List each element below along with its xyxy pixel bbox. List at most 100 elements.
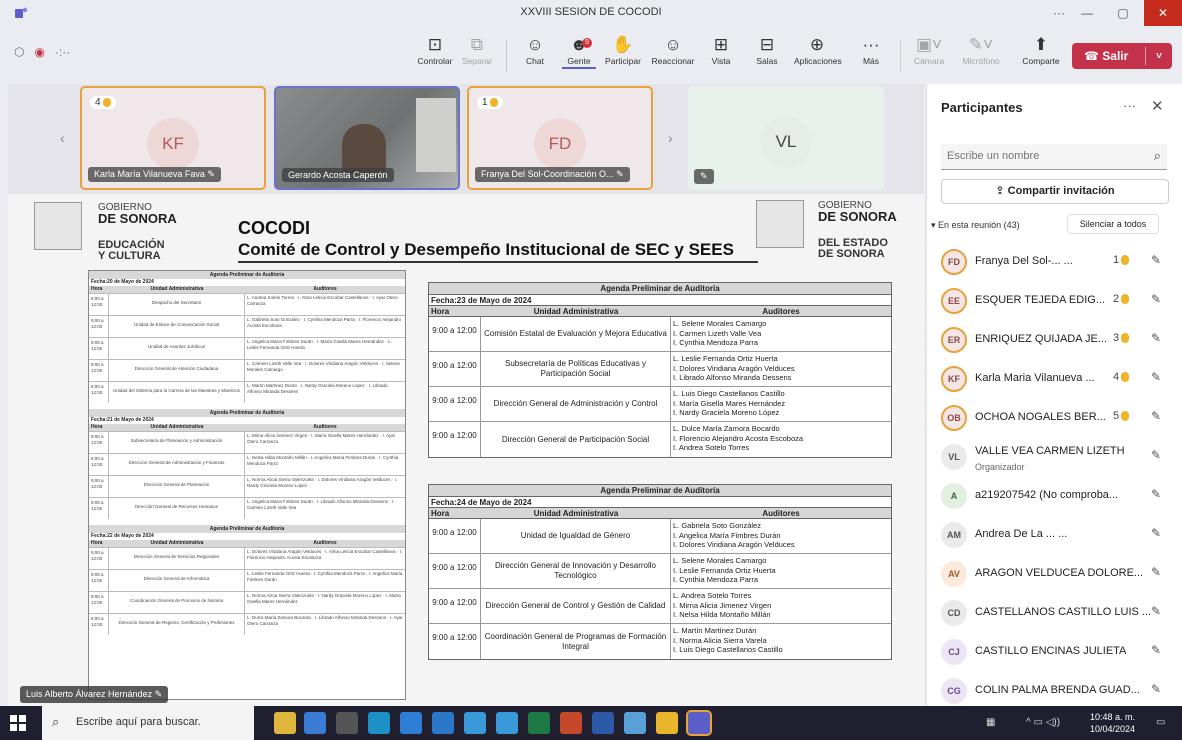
in-meeting-section[interactable]: ▾ En esta reunión (43) xyxy=(931,220,1020,231)
mail-icon[interactable] xyxy=(400,712,422,734)
react-button[interactable]: ☺ Reaccionar xyxy=(650,34,696,66)
app-icon[interactable] xyxy=(496,712,518,734)
rooms-button[interactable]: ⊟ Salas xyxy=(744,34,790,66)
chat-button[interactable]: ☺ Chat xyxy=(512,34,558,66)
mini-agenda-row: 9:00 a 12:00 Dirección General de Informá… xyxy=(89,569,405,591)
raised-hand-badge: 1 xyxy=(1113,254,1130,266)
windows-start-icon[interactable] xyxy=(10,715,26,731)
control-button[interactable]: ⊡ Controlar xyxy=(412,34,458,66)
mini-agenda-title: Agenda Preliminar de Auditoría xyxy=(89,271,405,279)
education-logo: EDUCACIÓN Y CULTURA xyxy=(98,239,165,262)
mini-agenda-row: 9:00 a 12:00 Subsecretaría de Planeación … xyxy=(89,431,405,453)
participant-name: VALLE VEA CARMEN LIZETH xyxy=(975,445,1125,457)
raise-hand-button[interactable]: ✋ Participar xyxy=(600,34,646,66)
participant-list-item[interactable]: AM Andrea De La ... ... ✎ xyxy=(927,515,1182,554)
share-invite-button[interactable]: ⇪ Compartir invitación xyxy=(941,179,1169,204)
avatar: FD xyxy=(941,249,967,275)
mini-agenda-row: 9:00 a 12:00 Unidad del Sistema para la C… xyxy=(89,381,405,403)
caret-down-icon: ▾ xyxy=(931,220,936,230)
search-input[interactable] xyxy=(941,144,1131,168)
participant-tile[interactable]: VL ✎ xyxy=(688,86,884,190)
participant-list: FD Franya Del Sol-... ... 1 ✎ EE ESQUER TEJED… xyxy=(927,242,1182,710)
excel-icon[interactable] xyxy=(528,712,550,734)
word-icon[interactable] xyxy=(592,712,614,734)
mic-off-icon: ✎ xyxy=(1151,370,1162,384)
keyboard-icon[interactable]: ▦ xyxy=(986,717,995,728)
app-icon[interactable] xyxy=(624,712,646,734)
powerpoint-icon[interactable] xyxy=(560,712,582,734)
participant-list-item[interactable]: KF Karla Maria Vilanueva ... 4 ✎ xyxy=(927,359,1182,398)
participant-list-item[interactable]: VL VALLE VEA CARMEN LIZETH Organizador ✎ xyxy=(927,437,1182,476)
chrome-icon[interactable] xyxy=(656,712,678,734)
edge-icon[interactable] xyxy=(368,712,390,734)
restore-button[interactable]: ▢ xyxy=(1104,0,1142,26)
taskbar-clock[interactable]: 10:48 a. m. 10/04/2024 xyxy=(1090,711,1135,735)
participant-list-item[interactable]: CJ CASTILLO ENCINAS JULIETA ✎ xyxy=(927,632,1182,671)
windows-taskbar: ⌕ Escribe aquí para buscar. ▦ ^ ▭ ◁)) 10… xyxy=(0,706,1182,740)
participant-list-item[interactable]: ER ENRIQUEZ QUIJADA JE... 3 ✎ xyxy=(927,320,1182,359)
participant-search[interactable]: ⌕ xyxy=(941,144,1167,170)
chevron-right-icon[interactable]: › xyxy=(668,130,673,146)
panel-title: Participantes xyxy=(941,100,1023,115)
apps-button[interactable]: ⊕ Aplicaciones xyxy=(794,34,842,66)
microphone-button[interactable]: ✎˅ Micrófono xyxy=(958,34,1004,66)
participant-list-item[interactable]: CG COLIN PALMA BRENDA GUAD... ✎ xyxy=(927,671,1182,710)
taskbar-app-icon[interactable] xyxy=(304,712,326,734)
agenda-hour: 9:00 a 12:00 xyxy=(429,387,481,421)
mini-agenda-row: 9:00 a 12:00 Dirección General de Recurso… xyxy=(89,497,405,519)
minimize-button[interactable]: — xyxy=(1068,0,1106,26)
popout-button[interactable]: ⧉ Separar xyxy=(454,34,500,66)
avatar: AV xyxy=(941,561,967,587)
view-icon: ⊞ xyxy=(713,35,729,54)
participant-list-item[interactable]: Aa219207542 (No comproba... ✎ xyxy=(927,476,1182,515)
camera-button[interactable]: ▣˅ Cámara xyxy=(906,34,952,66)
avatar: VL xyxy=(760,116,812,168)
store-icon[interactable] xyxy=(432,712,454,734)
participant-list-item[interactable]: OB OCHOA NOGALES BER... 5 ✎ xyxy=(927,398,1182,437)
participant-tile[interactable]: 1 FD Franya Del Sol-Coordinación O... ✎ xyxy=(467,86,653,190)
people-icon: ☻ xyxy=(570,35,588,54)
close-window-button[interactable]: ✕ xyxy=(1144,0,1182,26)
chevron-down-icon[interactable]: ˅ xyxy=(1146,51,1172,62)
agenda-unit: Dirección General de Administración y Co… xyxy=(481,387,671,421)
agenda-table-may-23: Agenda Preliminar de Auditoría Fecha:23 … xyxy=(428,282,892,458)
mic-off-icon: ✎ xyxy=(1151,487,1162,501)
agenda-unit: Unidad de Igualdad de Género xyxy=(481,519,671,553)
agenda-row: 9:00 a 12:00 Dirección General de Partici… xyxy=(429,422,891,457)
title-underline xyxy=(238,261,758,263)
coat-of-arms-icon xyxy=(756,200,804,248)
view-button[interactable]: ⊞ Vista xyxy=(698,34,744,66)
share-button[interactable]: ⬆ Comparte xyxy=(1018,34,1064,66)
participant-list-item[interactable]: EE ESQUER TEJEDA EDIG... 2 ✎ xyxy=(927,281,1182,320)
mute-all-button[interactable]: Silenciar a todos xyxy=(1067,214,1159,234)
gov-logo-right: GOBIERNO DE SONORA xyxy=(818,200,897,224)
participant-tile[interactable]: 4 KF Karla María Vilanueva Fava ✎ xyxy=(80,86,266,190)
hand-icon xyxy=(103,97,112,107)
taskbar-app-icon[interactable] xyxy=(274,712,296,734)
participant-list-item[interactable]: AV ARAGON VELDUCEA DOLORE... ✎ xyxy=(927,554,1182,593)
mic-off-icon: ✎ xyxy=(694,169,714,184)
taskbar-search[interactable]: ⌕ Escribe aquí para buscar. xyxy=(42,706,254,740)
more-button[interactable]: ··· Más xyxy=(848,34,894,66)
more-options-icon[interactable]: ··· xyxy=(1123,98,1136,113)
participant-name: CASTELLANOS CASTILLO LUIS ... xyxy=(975,606,1152,618)
teams-icon[interactable] xyxy=(686,710,712,736)
task-view-icon[interactable] xyxy=(336,712,358,734)
people-button[interactable]: ☻ 9 Gente xyxy=(556,34,602,69)
hand-icon xyxy=(490,97,499,107)
participant-name: CASTILLO ENCINAS JULIETA xyxy=(975,645,1127,657)
search-icon: ⌕ xyxy=(1153,148,1161,163)
tray-icons[interactable]: ^ ▭ ◁)) xyxy=(1026,717,1060,728)
participant-video-tile[interactable]: Gerardo Acosta Caperón xyxy=(274,86,460,190)
participant-list-item[interactable]: FD Franya Del Sol-... ... 1 ✎ xyxy=(927,242,1182,281)
agenda-hour: 9:00 a 12:00 xyxy=(429,554,481,588)
participant-list-item[interactable]: CD CASTELLANOS CASTILLO LUIS ... ✎ xyxy=(927,593,1182,632)
agenda-unit: Dirección General de Participación Socia… xyxy=(481,422,671,457)
outlook-icon[interactable] xyxy=(464,712,486,734)
leave-button[interactable]: ☎ Salir ˅ xyxy=(1072,43,1172,69)
mini-agenda-date: Fecha:21 de Mayo de 2024 xyxy=(91,417,154,423)
chevron-left-icon[interactable]: ‹ xyxy=(60,130,65,146)
notifications-icon[interactable]: ▭ xyxy=(1156,717,1165,728)
avatar: A xyxy=(941,483,967,509)
close-icon[interactable]: ✕ xyxy=(1151,97,1164,115)
